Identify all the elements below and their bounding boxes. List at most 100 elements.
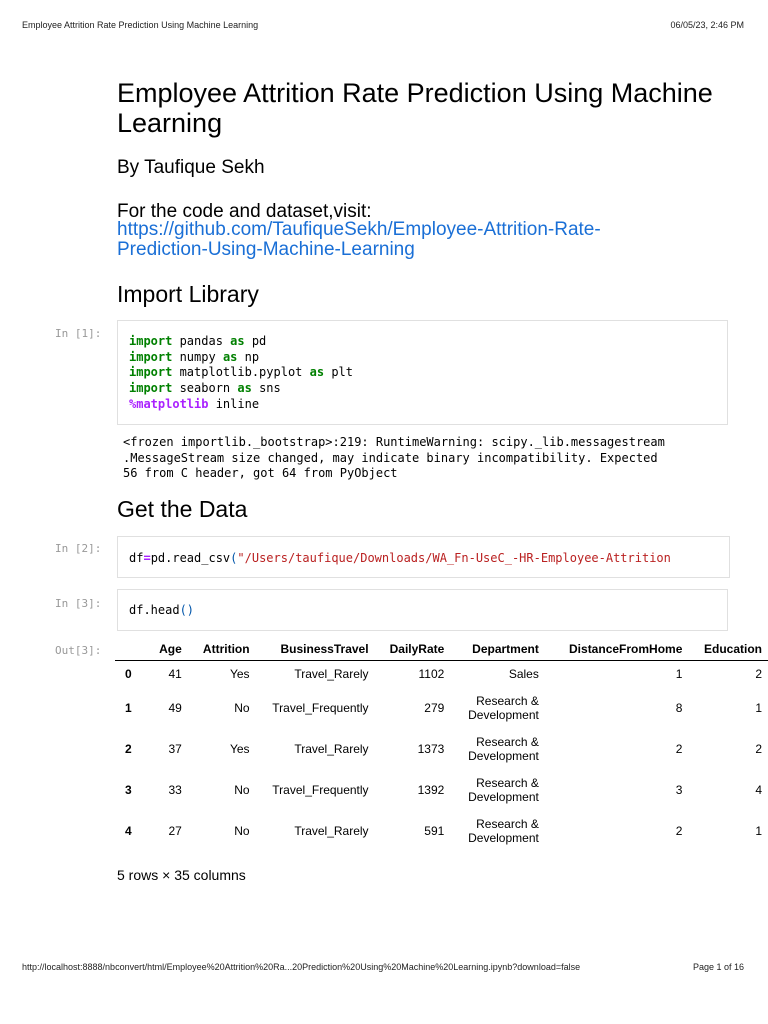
column-header: Department — [450, 638, 545, 661]
table-cell: 37 — [168, 741, 182, 756]
github-link[interactable]: https://github.com/TaufiqueSekh/Employee… — [117, 220, 601, 260]
table-cell: No — [234, 782, 250, 797]
code-cell-3[interactable]: df.head() — [117, 589, 728, 631]
table-cell: 1 — [755, 700, 762, 715]
table-cell: 8 — [675, 700, 683, 715]
table-cell: 27 — [168, 823, 182, 838]
table-cell: No — [234, 823, 250, 838]
table-cell: Travel_Rarely — [294, 741, 369, 756]
table-cell: 49 — [168, 700, 182, 715]
table-cell: Research & Development — [468, 816, 539, 845]
table-cell: No — [234, 700, 250, 715]
table-cell: 1102 — [418, 667, 445, 681]
code-cell-2[interactable]: df=pd.read_csv("/Users/taufique/Download… — [117, 536, 730, 578]
table-cell: Travel_Frequently — [272, 700, 369, 715]
code-line: import matplotlib.pyplot as plt — [129, 365, 716, 381]
table-cell: Research & Development — [468, 775, 539, 804]
table-cell: 33 — [168, 782, 182, 797]
print-header-title: Employee Attrition Rate Prediction Using… — [22, 20, 259, 30]
table-cell: 1 — [675, 667, 683, 681]
table-cell: Yes — [229, 741, 250, 756]
table-cell: 591 — [424, 823, 445, 838]
code-token: as — [230, 334, 245, 348]
code-line: import numpy as np — [129, 350, 716, 366]
section-import-library: Import Library — [117, 281, 259, 307]
cell-2-prompt: In [2]: — [55, 542, 102, 555]
link-line-1: https://github.com/TaufiqueSekh/Employee… — [117, 219, 601, 240]
table-cell: 2 — [675, 823, 683, 838]
table-cell: Yes — [229, 667, 250, 681]
code-token: pd — [244, 334, 267, 348]
page-title: Employee Attrition Rate Prediction Using… — [117, 78, 713, 138]
column-header: DailyRate — [374, 638, 451, 661]
code-op: = — [143, 551, 151, 565]
column-header: Age — [144, 638, 188, 661]
table-cell: 0 — [125, 667, 132, 681]
code-cell-1[interactable]: import pandas as pd import numpy as np imp… — [117, 320, 728, 425]
column-header: Education — [688, 638, 768, 661]
code-token: np — [237, 349, 260, 364]
dataframe-table: Age Attrition BusinessTravel DailyRate Depar… — [115, 638, 768, 851]
code-token: as — [309, 365, 325, 380]
table-cell: 4 — [755, 782, 762, 797]
table-cell: 2 — [125, 741, 132, 756]
code-token: import — [129, 365, 173, 380]
print-header-datetime: 06/05/23, 2:46 PM — [670, 20, 744, 30]
code-paren: () — [179, 603, 195, 617]
column-header: BusinessTravel — [255, 638, 375, 661]
code-token: as — [222, 349, 238, 364]
link-line-2: Prediction-Using-Machine-Learning — [117, 239, 415, 260]
code-func: df.head — [129, 603, 180, 617]
table-row: 1 49 No Travel_Frequently 279 Research & Devel… — [115, 687, 768, 728]
code-line: import seaborn as sns — [129, 381, 716, 397]
table-row: 3 33 No Travel_Frequently 1392 Research & Deve… — [115, 769, 768, 810]
table-cell: 2 — [675, 741, 683, 756]
table-cell: 1373 — [417, 741, 445, 756]
table-cell: Travel_Rarely — [294, 823, 369, 838]
cell-3-prompt: In [3]: — [55, 597, 102, 610]
cell-1-prompt: In [1]: — [55, 327, 102, 340]
table-cell: Research & Development — [468, 693, 539, 722]
table-cell: Travel_Rarely — [294, 667, 369, 681]
code-magic: %matplotlib — [129, 396, 209, 411]
column-header: DistanceFromHome — [544, 638, 689, 661]
code-line: %matplotlib inline — [129, 397, 716, 413]
code-token: plt — [324, 365, 353, 380]
table-row: 4 27 No Travel_Rarely 591 Research & Developme… — [115, 810, 768, 851]
code-token: inline — [208, 396, 260, 411]
code-token: sns — [251, 381, 281, 396]
table-cell: 4 — [125, 823, 132, 838]
section-get-the-data: Get the Data — [117, 496, 248, 522]
print-footer-page: Page 1 of 16 — [692, 962, 744, 972]
author: By Taufique Sekh — [117, 157, 265, 178]
table-cell: 1 — [125, 700, 132, 715]
out-3-prompt: Out[3]: — [55, 644, 102, 657]
column-header: Attrition — [187, 638, 256, 661]
code-token: matplotlib.pyplot — [172, 365, 310, 380]
code-token: numpy — [172, 349, 223, 364]
table-cell: Sales — [508, 667, 539, 681]
code-var: df — [129, 551, 144, 565]
cell-1-output: <frozen importlib._bootstrap>:219: Runti… — [123, 435, 665, 480]
table-cell: Travel_Frequently — [272, 782, 369, 797]
table-cell: 2 — [755, 741, 762, 756]
code-token: seaborn — [172, 381, 238, 396]
table-cell: 3 — [675, 782, 683, 797]
table-cell: Research & Development — [468, 734, 539, 763]
table-row: 2 37 Yes Travel_Rarely 1373 Research & Develop… — [115, 728, 768, 769]
table-cell: 1 — [755, 823, 762, 838]
table-cell: 3 — [125, 782, 132, 797]
code-string: "/Users/taufique/Downloads/WA_Fn-UseC_-H… — [237, 551, 671, 565]
table-cell: 279 — [424, 700, 445, 715]
code-token: pandas — [172, 334, 231, 348]
print-footer-url: http://localhost:8888/nbconvert/html/Emp… — [22, 962, 581, 972]
dataframe-shape: 5 rows × 35 columns — [117, 867, 246, 883]
code-token: import — [129, 334, 173, 348]
code-token: import — [129, 349, 173, 364]
code-func: pd.read_csv — [150, 551, 231, 565]
column-header — [115, 638, 145, 661]
table-cell: 1392 — [417, 782, 445, 797]
table-row: 0 41 Yes Travel_Rarely 1102 Sales 1 2 — [115, 661, 768, 688]
code-token: as — [237, 381, 252, 396]
code-token: import — [129, 381, 173, 396]
